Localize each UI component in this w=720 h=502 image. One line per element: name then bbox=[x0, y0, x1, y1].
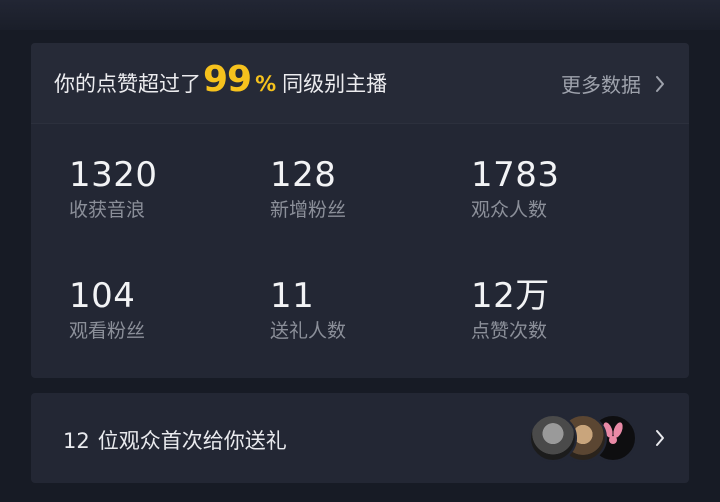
stat-label: 收获音浪 bbox=[69, 199, 146, 221]
stat-label: 新增粉丝 bbox=[270, 199, 347, 221]
stat-label: 点赞次数 bbox=[471, 320, 548, 342]
ranking-percent: 99 bbox=[203, 59, 252, 100]
ranking-summary: 你的点赞超过了 99 % 同级别主播 bbox=[54, 59, 387, 105]
top-background bbox=[0, 0, 720, 30]
first-gift-text: 12 位观众首次给你送礼 bbox=[63, 425, 287, 455]
ranking-prefix: 你的点赞超过了 bbox=[54, 72, 201, 96]
ranking-suffix: 同级别主播 bbox=[282, 72, 388, 96]
stat-fan-viewers: 104 观看粉丝 bbox=[69, 276, 269, 344]
stat-likes: 12万 点赞次数 bbox=[471, 276, 671, 344]
first-gift-count: 12 bbox=[63, 429, 90, 453]
more-data-link[interactable]: 更多数据 bbox=[561, 69, 665, 98]
stat-value: 104 bbox=[69, 276, 136, 316]
stat-label: 观看粉丝 bbox=[69, 320, 146, 342]
stat-value: 12万 bbox=[471, 276, 550, 316]
avatar-group bbox=[529, 414, 639, 462]
stats-card: 你的点赞超过了 99 % 同级别主播 更多数据 1320 收获音浪 128 新增… bbox=[31, 43, 689, 378]
avatar bbox=[529, 414, 577, 462]
stat-viewers: 1783 观众人数 bbox=[471, 155, 671, 223]
stat-label: 送礼人数 bbox=[270, 320, 347, 342]
first-gift-row[interactable]: 12 位观众首次给你送礼 bbox=[31, 393, 689, 483]
stats-card-header: 你的点赞超过了 99 % 同级别主播 更多数据 bbox=[31, 43, 689, 124]
ranking-percent-sign: % bbox=[255, 72, 277, 96]
chevron-right-icon bbox=[656, 75, 664, 92]
stat-value: 128 bbox=[270, 155, 337, 195]
stat-value: 1783 bbox=[471, 155, 560, 195]
stat-value: 1320 bbox=[69, 155, 158, 195]
more-data-label: 更多数据 bbox=[561, 73, 641, 97]
stat-value: 11 bbox=[270, 276, 315, 316]
chevron-right-icon bbox=[656, 430, 664, 446]
stat-label: 观众人数 bbox=[471, 199, 548, 221]
stat-gift-senders: 11 送礼人数 bbox=[270, 276, 470, 344]
stat-new-fans: 128 新增粉丝 bbox=[270, 155, 470, 223]
stat-income: 1320 收获音浪 bbox=[69, 155, 269, 223]
first-gift-label: 位观众首次给你送礼 bbox=[97, 429, 287, 453]
